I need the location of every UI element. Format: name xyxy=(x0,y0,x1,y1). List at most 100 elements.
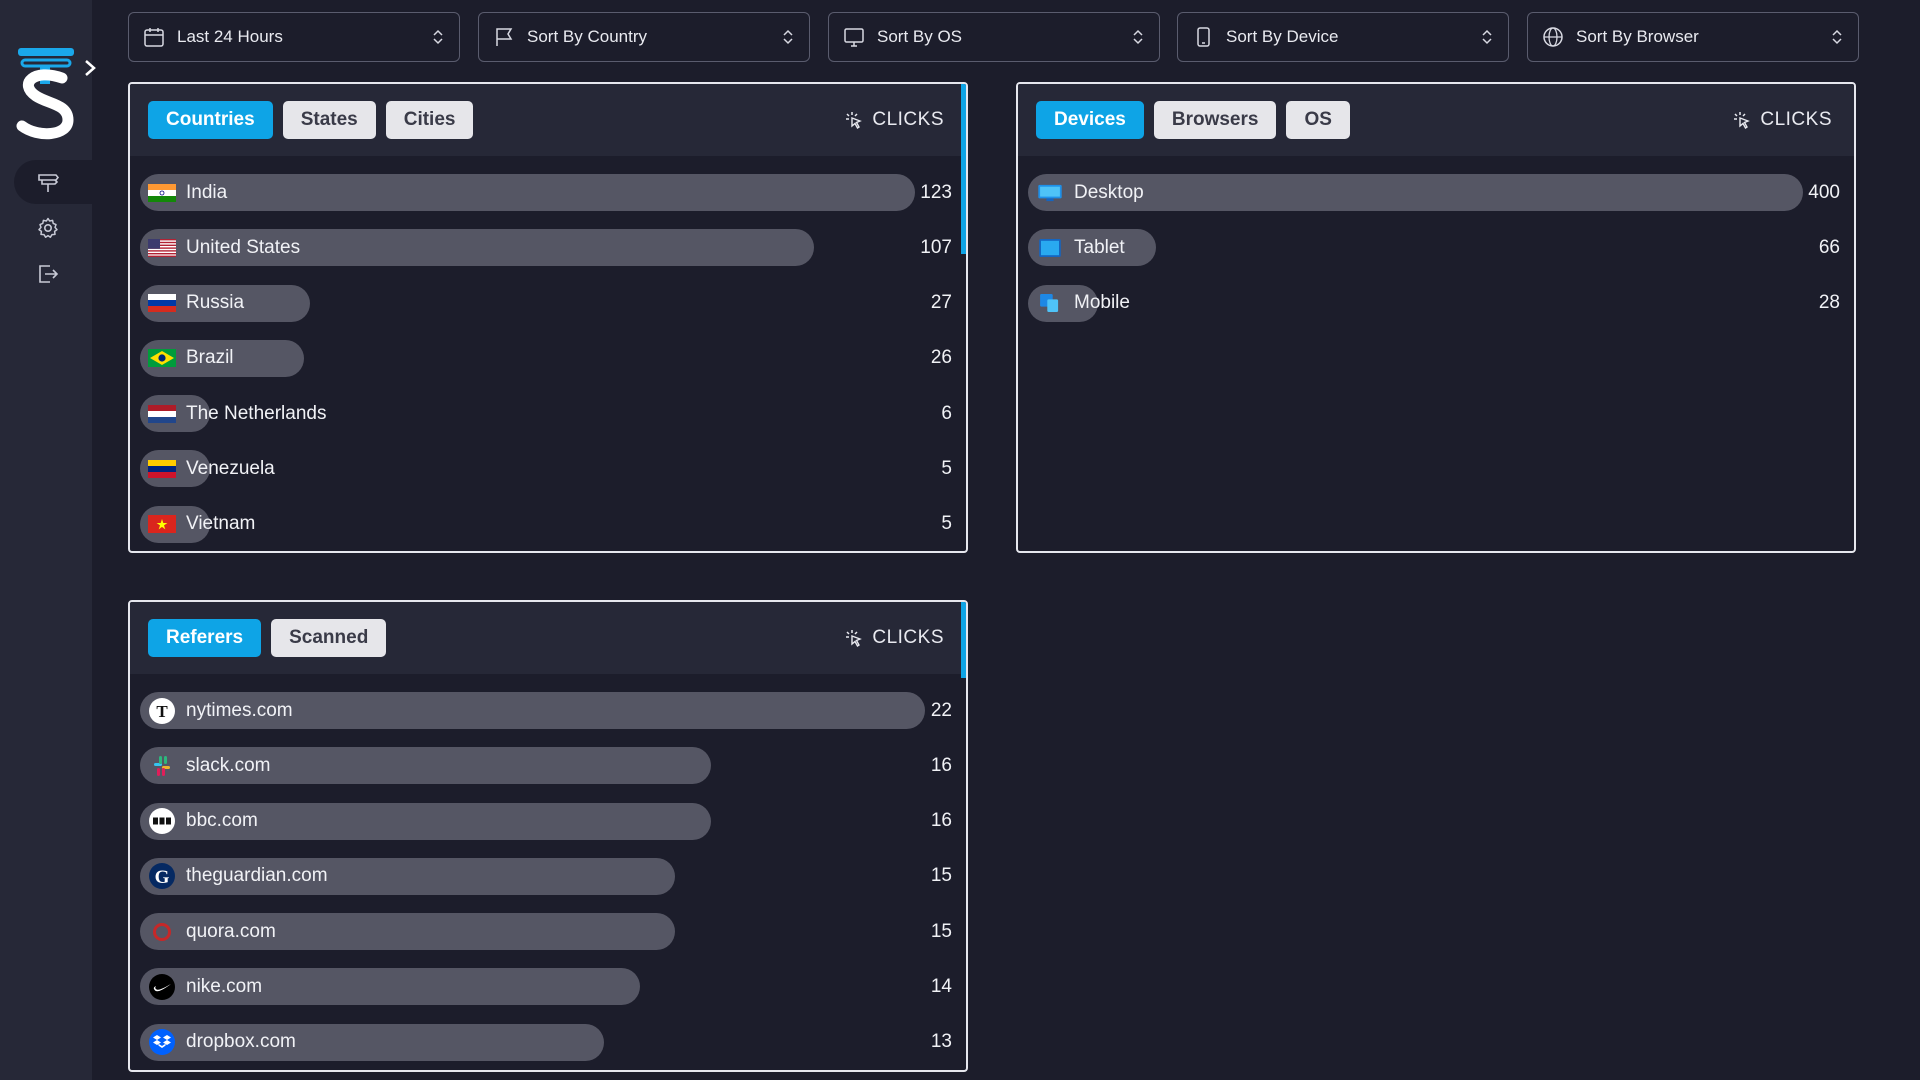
device-card-header: Devices Browsers OS CLICKS xyxy=(1018,84,1854,156)
tab-os[interactable]: OS xyxy=(1286,101,1350,139)
row-label: Tablet xyxy=(1036,229,1125,266)
row-label: United States xyxy=(148,229,300,266)
list-item[interactable]: United States 107 xyxy=(140,229,952,267)
row-value: 28 xyxy=(1818,292,1840,314)
tab-devices[interactable]: Devices xyxy=(1036,101,1144,139)
flag-russia-icon xyxy=(148,293,176,313)
sidebar-item-links[interactable] xyxy=(14,160,92,204)
row-label: nike.com xyxy=(148,968,262,1005)
row-value: 16 xyxy=(930,810,952,832)
click-icon xyxy=(846,112,863,130)
signpost-icon xyxy=(38,174,60,192)
row-value: 123 xyxy=(920,181,952,203)
tab-states[interactable]: States xyxy=(282,101,376,139)
browser-select[interactable]: Sort By Browser xyxy=(1527,12,1859,62)
clicks-text: CLICKS xyxy=(872,627,944,648)
guardian-icon: G xyxy=(148,863,176,890)
expand-sidebar-button[interactable] xyxy=(79,54,101,82)
tab-cities[interactable]: Cities xyxy=(385,101,474,139)
globe-icon xyxy=(1543,27,1563,47)
nytimes-icon: T xyxy=(148,697,176,724)
row-label-text: India xyxy=(186,181,228,203)
row-label-text: United States xyxy=(186,236,301,258)
list-item[interactable]: Desktop 400 xyxy=(1028,174,1840,211)
clicks-text: CLICKS xyxy=(872,109,944,130)
list-item[interactable]: Venezuela 5 xyxy=(140,450,952,488)
list-item[interactable]: Tablet 66 xyxy=(1028,229,1840,267)
clicks-text: CLICKS xyxy=(1760,109,1832,130)
row-label: Mobile xyxy=(1036,285,1130,322)
row-label-text: nike.com xyxy=(186,975,263,997)
list-item[interactable]: quora.com 15 xyxy=(140,913,952,951)
row-label-text: Vietnam xyxy=(186,513,256,535)
list-item[interactable]: Brazil 26 xyxy=(140,339,952,377)
gear-icon xyxy=(38,217,58,238)
device-list: Desktop 400 Tablet 66 Mobile 28 xyxy=(1018,156,1854,322)
row-label: dropbox.com xyxy=(148,1024,296,1061)
row-label-text: bbc.com xyxy=(186,810,258,832)
tab-scanned[interactable]: Scanned xyxy=(271,619,387,657)
os-select[interactable]: Sort By OS xyxy=(828,12,1160,62)
location-card-header: Countries States Cities CLICKS xyxy=(130,84,966,254)
sidebar-item-logout[interactable] xyxy=(14,252,92,296)
chevron-right-icon xyxy=(85,60,96,76)
bbc-icon xyxy=(148,808,176,835)
flag-icon xyxy=(496,28,513,46)
list-item[interactable]: slack.com 16 xyxy=(140,747,952,785)
device-card: Devices Browsers OS CLICKS Desktop 400 Tab… xyxy=(1016,82,1856,553)
row-value: 5 xyxy=(941,457,952,479)
row-label: The Netherlands xyxy=(148,395,326,432)
list-item[interactable]: India 123 xyxy=(140,174,952,211)
sidebar xyxy=(0,0,96,1080)
value-bar xyxy=(1028,174,1803,211)
row-value: 107 xyxy=(920,236,952,258)
row-label: Russia xyxy=(148,285,244,322)
chevron-updown-icon xyxy=(1832,29,1842,45)
scrollbar[interactable] xyxy=(961,602,966,678)
row-label-text: nytimes.com xyxy=(186,699,293,721)
row-value: 22 xyxy=(930,699,952,721)
slack-icon xyxy=(148,755,176,776)
list-item[interactable]: Russia 27 xyxy=(140,284,952,322)
time-range-label: Last 24 Hours xyxy=(177,27,283,46)
row-value: 26 xyxy=(930,347,952,369)
flag-us-icon xyxy=(148,238,176,258)
row-label-text: slack.com xyxy=(186,754,271,776)
clicks-metric-label: CLICKS xyxy=(1732,84,1832,156)
row-label: Vietnam xyxy=(148,506,255,543)
list-item[interactable]: bbc.com 16 xyxy=(140,802,952,840)
tab-referers[interactable]: Referers xyxy=(148,619,262,657)
list-item[interactable]: Mobile 28 xyxy=(1028,284,1840,322)
row-value: 27 xyxy=(930,292,952,314)
row-label: Gtheguardian.com xyxy=(148,858,328,895)
row-label-text: quora.com xyxy=(186,920,276,942)
list-item[interactable]: Vietnam 5 xyxy=(140,505,952,543)
list-item[interactable]: Gtheguardian.com 15 xyxy=(140,857,952,895)
svg-text:T: T xyxy=(156,702,168,721)
row-label-text: The Netherlands xyxy=(186,402,327,424)
row-label: slack.com xyxy=(148,747,270,784)
time-range-select[interactable]: Last 24 Hours xyxy=(128,12,460,62)
sidebar-item-settings[interactable] xyxy=(14,206,92,250)
device-select-label: Sort By Device xyxy=(1226,27,1339,46)
clicks-metric-label: CLICKS xyxy=(844,84,944,156)
desktop-icon xyxy=(1036,183,1064,203)
tab-browsers[interactable]: Browsers xyxy=(1153,101,1277,139)
list-item[interactable]: dropbox.com 13 xyxy=(140,1023,952,1061)
tab-countries[interactable]: Countries xyxy=(148,101,273,139)
click-icon xyxy=(846,630,863,648)
tablet-icon xyxy=(1036,238,1064,258)
device-select[interactable]: Sort By Device xyxy=(1177,12,1509,62)
list-item[interactable]: The Netherlands 6 xyxy=(140,395,952,433)
country-select[interactable]: Sort By Country xyxy=(478,12,810,62)
row-label: Desktop xyxy=(1036,174,1144,211)
row-label-text: Brazil xyxy=(186,347,234,369)
referrer-card-header: Referers Scanned CLICKS xyxy=(130,602,966,678)
list-item[interactable]: Tnytimes.com 22 xyxy=(140,692,952,729)
list-item[interactable]: nike.com 14 xyxy=(140,968,952,1006)
click-icon xyxy=(1734,112,1751,130)
row-value: 16 xyxy=(930,754,952,776)
app-logo-icon[interactable] xyxy=(14,44,78,140)
quora-icon xyxy=(148,922,176,942)
row-value: 66 xyxy=(1818,236,1840,258)
